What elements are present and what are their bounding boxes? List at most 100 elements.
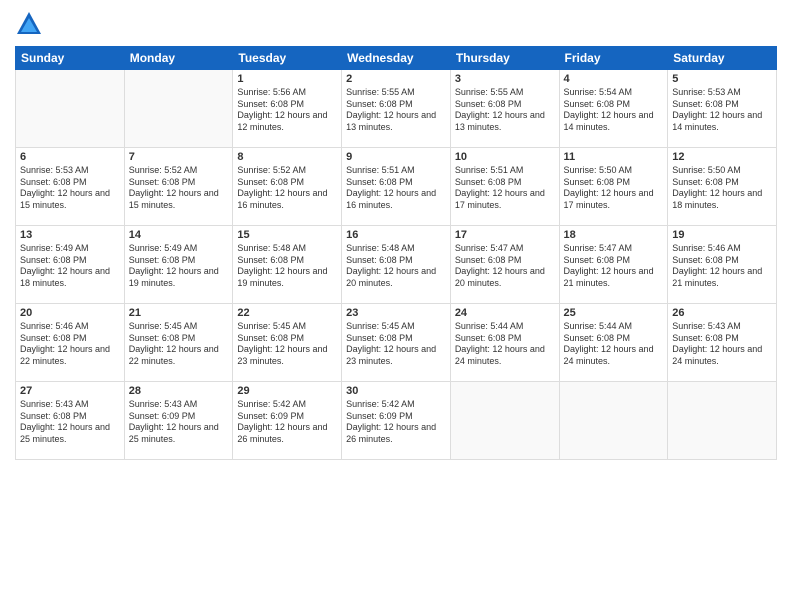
day-info: Sunrise: 5:53 AM Sunset: 6:08 PM Dayligh… <box>672 87 772 134</box>
day-cell-26: 26 Sunrise: 5:43 AM Sunset: 6:08 PM Dayli… <box>668 304 777 382</box>
day-cell-12: 12 Sunrise: 5:50 AM Sunset: 6:08 PM Dayli… <box>668 148 777 226</box>
day-cell-7: 7 Sunrise: 5:52 AM Sunset: 6:08 PM Daylig… <box>124 148 233 226</box>
day-cell-13: 13 Sunrise: 5:49 AM Sunset: 6:08 PM Dayli… <box>16 226 125 304</box>
weekday-header-sunday: Sunday <box>16 47 125 70</box>
day-info: Sunrise: 5:44 AM Sunset: 6:08 PM Dayligh… <box>564 321 664 368</box>
day-number: 28 <box>129 385 229 397</box>
day-number: 2 <box>346 73 446 85</box>
day-cell-6: 6 Sunrise: 5:53 AM Sunset: 6:08 PM Daylig… <box>16 148 125 226</box>
day-number: 15 <box>237 229 337 241</box>
day-info: Sunrise: 5:47 AM Sunset: 6:08 PM Dayligh… <box>564 243 664 290</box>
day-cell-2: 2 Sunrise: 5:55 AM Sunset: 6:08 PM Daylig… <box>342 70 451 148</box>
day-info: Sunrise: 5:43 AM Sunset: 6:08 PM Dayligh… <box>20 399 120 446</box>
weekday-header-thursday: Thursday <box>450 47 559 70</box>
day-number: 29 <box>237 385 337 397</box>
day-number: 12 <box>672 151 772 163</box>
day-info: Sunrise: 5:52 AM Sunset: 6:08 PM Dayligh… <box>237 165 337 212</box>
day-info: Sunrise: 5:51 AM Sunset: 6:08 PM Dayligh… <box>346 165 446 212</box>
day-number: 3 <box>455 73 555 85</box>
day-info: Sunrise: 5:43 AM Sunset: 6:09 PM Dayligh… <box>129 399 229 446</box>
day-number: 17 <box>455 229 555 241</box>
calendar-week-row: 20Sunrise: 5:46 AM Sunset: 6:08 PM Dayli… <box>16 304 777 382</box>
day-info: Sunrise: 5:46 AM Sunset: 6:08 PM Dayligh… <box>20 321 120 368</box>
day-number: 8 <box>237 151 337 163</box>
day-number: 26 <box>672 307 772 319</box>
day-info: Sunrise: 5:42 AM Sunset: 6:09 PM Dayligh… <box>237 399 337 446</box>
header <box>15 10 777 38</box>
weekday-header-tuesday: Tuesday <box>233 47 342 70</box>
day-cell-17: 17 Sunrise: 5:47 AM Sunset: 6:08 PM Dayli… <box>450 226 559 304</box>
day-info: Sunrise: 5:49 AM Sunset: 6:08 PM Dayligh… <box>129 243 229 290</box>
day-number: 24 <box>455 307 555 319</box>
day-number: 6 <box>20 151 120 163</box>
day-cell-19: 19Sunrise: 5:46 AM Sunset: 6:08 PM Dayli… <box>668 226 777 304</box>
day-number: 14 <box>129 229 229 241</box>
empty-day-cell <box>559 382 668 460</box>
day-info: Sunrise: 5:52 AM Sunset: 6:08 PM Dayligh… <box>129 165 229 212</box>
weekday-header-monday: Monday <box>124 47 233 70</box>
day-cell-30: 30Sunrise: 5:42 AM Sunset: 6:09 PM Dayli… <box>342 382 451 460</box>
day-number: 22 <box>237 307 337 319</box>
calendar-table: SundayMondayTuesdayWednesdayThursdayFrid… <box>15 46 777 460</box>
calendar-week-row: 27Sunrise: 5:43 AM Sunset: 6:08 PM Dayli… <box>16 382 777 460</box>
day-cell-1: 1Sunrise: 5:56 AM Sunset: 6:08 PM Daylig… <box>233 70 342 148</box>
day-cell-25: 25 Sunrise: 5:44 AM Sunset: 6:08 PM Dayli… <box>559 304 668 382</box>
day-cell-9: 9 Sunrise: 5:51 AM Sunset: 6:08 PM Daylig… <box>342 148 451 226</box>
day-number: 9 <box>346 151 446 163</box>
day-cell-24: 24 Sunrise: 5:44 AM Sunset: 6:08 PM Dayli… <box>450 304 559 382</box>
day-number: 11 <box>564 151 664 163</box>
empty-day-cell <box>16 70 125 148</box>
day-number: 21 <box>129 307 229 319</box>
empty-day-cell <box>450 382 559 460</box>
day-info: Sunrise: 5:48 AM Sunset: 6:08 PM Dayligh… <box>346 243 446 290</box>
weekday-header-row: SundayMondayTuesdayWednesdayThursdayFrid… <box>16 47 777 70</box>
day-cell-14: 14 Sunrise: 5:49 AM Sunset: 6:08 PM Dayli… <box>124 226 233 304</box>
day-cell-11: 11Sunrise: 5:50 AM Sunset: 6:08 PM Dayli… <box>559 148 668 226</box>
day-cell-10: 10 Sunrise: 5:51 AM Sunset: 6:08 PM Dayli… <box>450 148 559 226</box>
day-number: 13 <box>20 229 120 241</box>
page: SundayMondayTuesdayWednesdayThursdayFrid… <box>0 0 792 612</box>
day-info: Sunrise: 5:43 AM Sunset: 6:08 PM Dayligh… <box>672 321 772 368</box>
day-cell-22: 22 Sunrise: 5:45 AM Sunset: 6:08 PM Dayli… <box>233 304 342 382</box>
day-info: Sunrise: 5:46 AM Sunset: 6:08 PM Dayligh… <box>672 243 772 290</box>
day-number: 7 <box>129 151 229 163</box>
day-cell-21: 21Sunrise: 5:45 AM Sunset: 6:08 PM Dayli… <box>124 304 233 382</box>
day-info: Sunrise: 5:55 AM Sunset: 6:08 PM Dayligh… <box>455 87 555 134</box>
day-info: Sunrise: 5:51 AM Sunset: 6:08 PM Dayligh… <box>455 165 555 212</box>
day-info: Sunrise: 5:53 AM Sunset: 6:08 PM Dayligh… <box>20 165 120 212</box>
logo-icon <box>15 10 43 38</box>
day-info: Sunrise: 5:54 AM Sunset: 6:08 PM Dayligh… <box>564 87 664 134</box>
day-number: 10 <box>455 151 555 163</box>
day-cell-5: 5Sunrise: 5:53 AM Sunset: 6:08 PM Daylig… <box>668 70 777 148</box>
day-cell-3: 3 Sunrise: 5:55 AM Sunset: 6:08 PM Daylig… <box>450 70 559 148</box>
day-info: Sunrise: 5:50 AM Sunset: 6:08 PM Dayligh… <box>672 165 772 212</box>
day-number: 16 <box>346 229 446 241</box>
day-info: Sunrise: 5:47 AM Sunset: 6:08 PM Dayligh… <box>455 243 555 290</box>
empty-day-cell <box>668 382 777 460</box>
day-cell-27: 27Sunrise: 5:43 AM Sunset: 6:08 PM Dayli… <box>16 382 125 460</box>
day-info: Sunrise: 5:45 AM Sunset: 6:08 PM Dayligh… <box>346 321 446 368</box>
day-number: 23 <box>346 307 446 319</box>
day-number: 18 <box>564 229 664 241</box>
day-info: Sunrise: 5:45 AM Sunset: 6:08 PM Dayligh… <box>237 321 337 368</box>
day-info: Sunrise: 5:49 AM Sunset: 6:08 PM Dayligh… <box>20 243 120 290</box>
calendar-week-row: 1Sunrise: 5:56 AM Sunset: 6:08 PM Daylig… <box>16 70 777 148</box>
day-info: Sunrise: 5:42 AM Sunset: 6:09 PM Dayligh… <box>346 399 446 446</box>
day-cell-28: 28 Sunrise: 5:43 AM Sunset: 6:09 PM Dayli… <box>124 382 233 460</box>
day-info: Sunrise: 5:55 AM Sunset: 6:08 PM Dayligh… <box>346 87 446 134</box>
day-cell-29: 29 Sunrise: 5:42 AM Sunset: 6:09 PM Dayli… <box>233 382 342 460</box>
day-number: 1 <box>237 73 337 85</box>
day-cell-16: 16 Sunrise: 5:48 AM Sunset: 6:08 PM Dayli… <box>342 226 451 304</box>
logo <box>15 10 47 38</box>
day-number: 25 <box>564 307 664 319</box>
day-cell-8: 8 Sunrise: 5:52 AM Sunset: 6:08 PM Daylig… <box>233 148 342 226</box>
day-info: Sunrise: 5:48 AM Sunset: 6:08 PM Dayligh… <box>237 243 337 290</box>
weekday-header-saturday: Saturday <box>668 47 777 70</box>
day-info: Sunrise: 5:44 AM Sunset: 6:08 PM Dayligh… <box>455 321 555 368</box>
day-cell-23: 23 Sunrise: 5:45 AM Sunset: 6:08 PM Dayli… <box>342 304 451 382</box>
calendar-week-row: 6 Sunrise: 5:53 AM Sunset: 6:08 PM Daylig… <box>16 148 777 226</box>
weekday-header-wednesday: Wednesday <box>342 47 451 70</box>
empty-day-cell <box>124 70 233 148</box>
day-cell-15: 15 Sunrise: 5:48 AM Sunset: 6:08 PM Dayli… <box>233 226 342 304</box>
day-cell-4: 4Sunrise: 5:54 AM Sunset: 6:08 PM Daylig… <box>559 70 668 148</box>
